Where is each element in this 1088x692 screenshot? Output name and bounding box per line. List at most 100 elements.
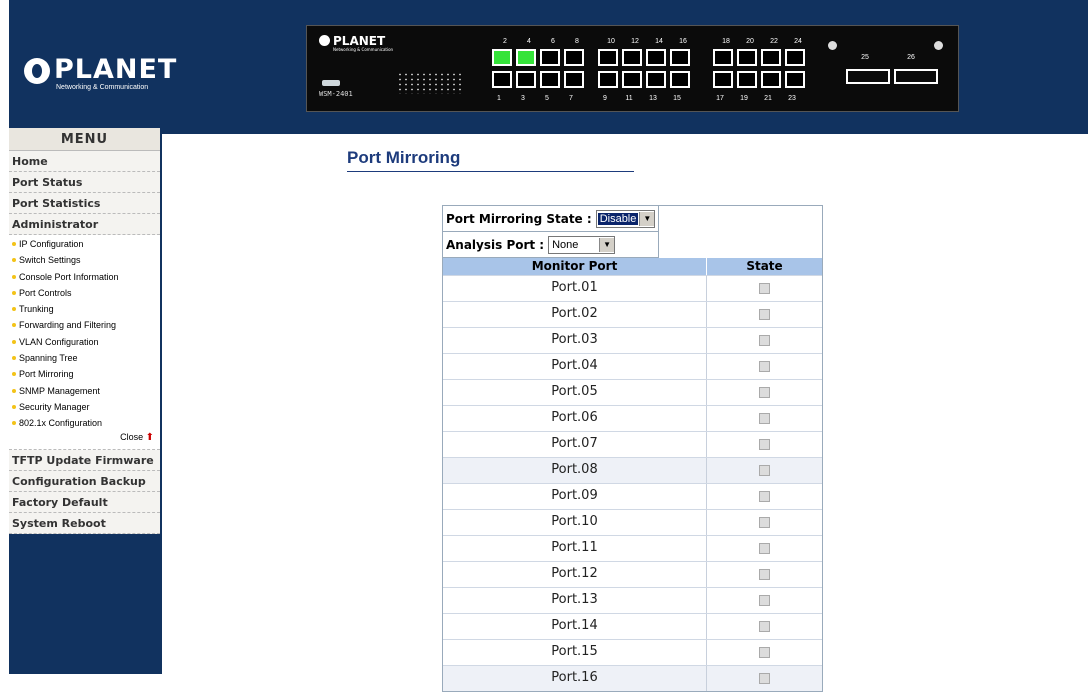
state-cell (707, 458, 822, 483)
ethernet-port-12[interactable] (622, 49, 642, 66)
state-cell (707, 406, 822, 431)
ethernet-port-13[interactable] (646, 71, 666, 88)
ethernet-port-3[interactable] (516, 71, 536, 88)
port-number-label: 12 (631, 38, 639, 45)
submenu-forwarding-filtering[interactable]: Forwarding and Filtering (9, 317, 160, 333)
ethernet-port-7[interactable] (564, 71, 584, 88)
ethernet-port-6[interactable] (540, 49, 560, 66)
ethernet-port-18[interactable] (713, 49, 733, 66)
submenu-port-mirroring[interactable]: Port Mirroring (9, 366, 160, 382)
state-checkbox[interactable] (759, 465, 770, 476)
state-cell (707, 354, 822, 379)
planet-mini-icon (319, 35, 330, 46)
menu-item-configuration-backup[interactable]: Configuration Backup (9, 470, 160, 492)
port-number-label: 2 (503, 38, 507, 45)
sfp-port-26[interactable] (894, 69, 938, 84)
state-checkbox[interactable] (759, 439, 770, 450)
ethernet-port-24[interactable] (785, 49, 805, 66)
uplink-label-26: 26 (907, 54, 915, 61)
ethernet-port-8[interactable] (564, 49, 584, 66)
sfp-port-25[interactable] (846, 69, 890, 84)
switch-brand-label: PLANET Networking & Communication (319, 34, 393, 52)
state-cell (707, 614, 822, 639)
ethernet-port-14[interactable] (646, 49, 666, 66)
submenu-label: Port Controls (19, 287, 72, 298)
port-number-label: 4 (527, 38, 531, 45)
submenu-console-port-information[interactable]: Console Port Information (9, 269, 160, 285)
mirroring-state-label: Port Mirroring State : (446, 211, 592, 226)
bullet-icon (12, 307, 16, 312)
ethernet-port-23[interactable] (785, 71, 805, 88)
table-row: Port.05 (443, 379, 822, 405)
port-name: Port.05 (443, 380, 707, 405)
submenu-snmp-management[interactable]: SNMP Management (9, 383, 160, 399)
ethernet-port-20[interactable] (737, 49, 757, 66)
close-submenu-link[interactable]: Close ⬆ (9, 432, 160, 447)
state-checkbox[interactable] (759, 413, 770, 424)
menu-item-tftp-update-firmware[interactable]: TFTP Update Firmware (9, 449, 160, 471)
bullet-icon (12, 421, 16, 426)
state-checkbox[interactable] (759, 543, 770, 554)
switch-brand-tagline: Networking & Communication (333, 47, 394, 52)
ethernet-port-16[interactable] (670, 49, 690, 66)
port-number-label: 13 (649, 95, 657, 102)
ethernet-port-9[interactable] (598, 71, 618, 88)
table-row: Port.03 (443, 327, 822, 353)
state-cell (707, 276, 822, 301)
port-number-label: 22 (770, 38, 778, 45)
ethernet-port-17[interactable] (713, 71, 733, 88)
ethernet-port-1[interactable] (492, 71, 512, 88)
ethernet-port-22[interactable] (761, 49, 781, 66)
planet-logo: PLANET Networking & Communication (24, 54, 176, 98)
port-number-label: 21 (764, 95, 772, 102)
state-checkbox[interactable] (759, 647, 770, 658)
menu-item-administrator[interactable]: Administrator (9, 214, 160, 235)
menu-item-system-reboot[interactable]: System Reboot (9, 512, 160, 534)
submenu-vlan-configuration[interactable]: VLAN Configuration (9, 334, 160, 350)
menu-item-factory-default[interactable]: Factory Default (9, 491, 160, 513)
menu-item-home[interactable]: Home (9, 151, 160, 172)
switch-model: WSM-2401 (319, 90, 353, 98)
submenu-8021x-configuration[interactable]: 802.1x Configuration (9, 415, 160, 431)
ethernet-port-4[interactable] (516, 49, 536, 66)
state-checkbox[interactable] (759, 335, 770, 346)
state-checkbox[interactable] (759, 569, 770, 580)
bullet-icon (12, 242, 16, 246)
state-checkbox[interactable] (759, 491, 770, 502)
port-number-label: 23 (788, 95, 796, 102)
submenu-switch-settings[interactable]: Switch Settings (9, 252, 160, 268)
analysis-port-select[interactable]: None ▼ (548, 235, 616, 254)
ethernet-port-2[interactable] (492, 49, 512, 66)
port-name: Port.13 (443, 588, 707, 613)
ethernet-port-11[interactable] (622, 71, 642, 88)
ethernet-port-10[interactable] (598, 49, 618, 66)
port-mirroring-table: Port Mirroring State : Disable ▼ Analysis… (442, 205, 823, 692)
bullet-icon (12, 258, 16, 263)
ethernet-port-15[interactable] (670, 71, 690, 88)
ethernet-port-21[interactable] (761, 71, 781, 88)
state-checkbox[interactable] (759, 595, 770, 606)
state-checkbox[interactable] (759, 283, 770, 294)
menu-item-port-status[interactable]: Port Status (9, 172, 160, 193)
dropdown-arrow-icon: ▼ (599, 237, 615, 252)
state-checkbox[interactable] (759, 517, 770, 528)
state-checkbox[interactable] (759, 361, 770, 372)
state-checkbox[interactable] (759, 309, 770, 320)
ethernet-port-5[interactable] (540, 71, 560, 88)
state-checkbox[interactable] (759, 387, 770, 398)
state-checkbox[interactable] (759, 673, 770, 684)
mirroring-state-select[interactable]: Disable ▼ (595, 209, 656, 228)
table-row: Port.02 (443, 301, 822, 327)
submenu-ip-configuration[interactable]: IP Configuration (9, 236, 160, 252)
analysis-port-row: Analysis Port : None ▼ (443, 232, 659, 258)
submenu-label: Security Manager (19, 401, 90, 412)
port-number-label: 3 (521, 95, 525, 102)
ethernet-port-19[interactable] (737, 71, 757, 88)
menu-item-port-statistics[interactable]: Port Statistics (9, 193, 160, 214)
submenu-port-controls[interactable]: Port Controls (9, 285, 160, 301)
submenu-trunking[interactable]: Trunking (9, 301, 160, 317)
submenu-spanning-tree[interactable]: Spanning Tree (9, 350, 160, 366)
submenu-label: VLAN Configuration (19, 336, 99, 347)
submenu-security-manager[interactable]: Security Manager (9, 399, 160, 415)
state-checkbox[interactable] (759, 621, 770, 632)
